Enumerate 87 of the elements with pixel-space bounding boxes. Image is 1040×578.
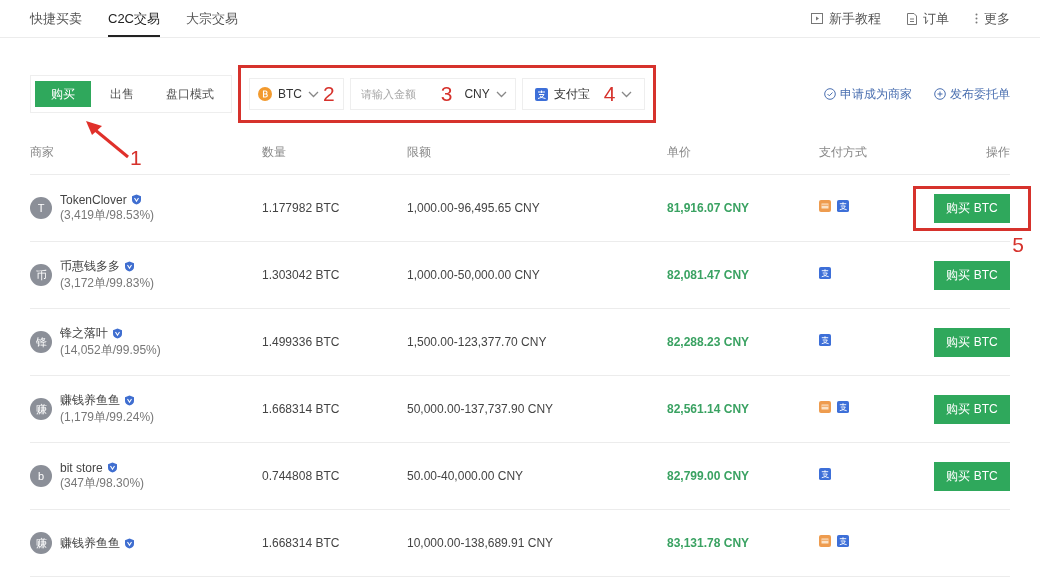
nav-link[interactable]: 新手教程: [811, 9, 881, 28]
avatar: 赚: [30, 398, 52, 420]
alipay-icon: [819, 267, 831, 279]
merchant-stats: (14,052单/99.95%): [60, 342, 161, 359]
annotation-number: 3: [440, 83, 453, 105]
more-icon: [975, 13, 978, 24]
column-header: 支付方式: [819, 144, 867, 161]
bank-card-icon: [819, 401, 831, 413]
verified-badge-icon: [130, 194, 142, 205]
merchant-stats: (347单/98.30%): [60, 474, 145, 492]
check-circle-icon: [824, 88, 836, 100]
merchant-stats: (1,179单/99.24%): [60, 409, 155, 426]
verified-badge-icon: [124, 395, 135, 406]
merchant-name[interactable]: bit store: [60, 460, 103, 475]
annotation-number: 1: [130, 147, 142, 169]
verified-badge-icon: [106, 462, 118, 473]
limit-cell-text: 1,000.00-96,495.65 CNY: [407, 201, 541, 215]
bank-card-icon: [819, 200, 831, 212]
play-icon: [811, 13, 823, 24]
verified-badge-icon: [124, 261, 135, 272]
amount-cell-text: 1.303042 BTC: [262, 268, 341, 282]
merchant-name[interactable]: TokenClover: [60, 192, 127, 207]
nav-link[interactable]: 订单: [907, 9, 949, 28]
bank-card-icon: [819, 535, 831, 547]
merchant-name[interactable]: 赚钱养鱼鱼: [60, 392, 120, 409]
limit-cell-text: 50.00-40,000.00 CNY: [407, 469, 525, 483]
action-link[interactable]: 申请成为商家: [824, 85, 912, 103]
limit-cell-text: 1,000.00-50,000.00 CNY: [407, 268, 541, 282]
annotation-number: 2: [323, 83, 335, 105]
document-icon: [907, 12, 917, 25]
alipay-icon: [837, 535, 849, 547]
chevron-down-icon: [621, 90, 633, 98]
price-cell-text: 82,799.00 CNY: [667, 469, 751, 483]
annotation-number: 4: [603, 83, 616, 105]
limit-cell-text: 1,500.00-123,377.70 CNY: [407, 335, 548, 349]
payment-label: 支付宝: [553, 85, 590, 103]
price-cell-text: 81,916.07 CNY: [667, 201, 751, 215]
amount-cell-text: 1.668314 BTC: [262, 402, 341, 416]
alipay-icon: [819, 334, 831, 346]
price-cell-text: 82,288.23 CNY: [667, 335, 751, 349]
annotation-number: 5: [1012, 233, 1024, 256]
payment-select[interactable]: 支付宝 4: [521, 78, 646, 110]
merchant-stats: (3,172单/99.83%): [60, 275, 155, 292]
limit-cell-text: 10,000.00-138,689.91 CNY: [407, 536, 555, 550]
amount-cell-text: 1.668314 BTC: [262, 536, 341, 550]
currency-label: CNY: [464, 87, 490, 101]
amount-cell-text: 1.499336 BTC: [262, 335, 341, 349]
chevron-down-icon: [495, 90, 507, 98]
column-header: 限额: [407, 144, 431, 161]
column-header: 商家: [30, 144, 54, 161]
avatar: 赚: [30, 532, 52, 554]
avatar: T: [30, 197, 52, 219]
chevron-down-icon: [308, 90, 319, 98]
nav-link[interactable]: 更多: [975, 9, 1010, 28]
merchant-name[interactable]: 币惠钱多多: [60, 258, 120, 275]
plus-circle-icon: [934, 88, 946, 100]
column-header: 数量: [262, 144, 286, 161]
price-cell-text: 83,131.78 CNY: [667, 536, 751, 550]
mode-tab[interactable]: 出售: [97, 81, 147, 107]
amount-cell-text: 1.177982 BTC: [262, 201, 341, 215]
price-cell-text: 82,081.47 CNY: [667, 268, 751, 282]
verified-badge-icon: [112, 328, 123, 339]
limit-cell-text: 50,000.00-137,737.90 CNY: [407, 402, 555, 416]
avatar: 锋: [30, 331, 52, 353]
bitcoin-icon: [258, 87, 272, 101]
avatar: 币: [30, 264, 52, 286]
mode-tab[interactable]: 盘口模式: [153, 81, 227, 107]
merchant-stats: (3,419单/98.53%): [60, 206, 155, 224]
action-link[interactable]: 发布委托单: [934, 85, 1010, 103]
merchant-name[interactable]: 赚钱养鱼鱼: [60, 534, 120, 552]
annotation-arrow: [84, 119, 132, 159]
nav-tab[interactable]: 快捷买卖: [30, 0, 82, 37]
coin-label: BTC: [278, 87, 302, 101]
nav-tab[interactable]: C2C交易: [108, 0, 160, 37]
coin-select[interactable]: BTC 2: [249, 78, 344, 110]
avatar: b: [30, 465, 52, 487]
alipay-icon: [837, 401, 849, 413]
amount-cell-text: 0.744808 BTC: [262, 469, 341, 483]
nav-tab[interactable]: 大宗交易: [186, 0, 238, 37]
verified-badge-icon: [124, 537, 135, 549]
column-header: 单价: [667, 144, 691, 161]
merchant-name[interactable]: 锋之落叶: [60, 325, 108, 342]
alipay-icon: [534, 87, 548, 101]
alipay-icon: [819, 468, 831, 480]
alipay-icon: [837, 200, 849, 212]
price-cell-text: 82,561.14 CNY: [667, 402, 751, 416]
column-header: 操作: [986, 144, 1010, 161]
